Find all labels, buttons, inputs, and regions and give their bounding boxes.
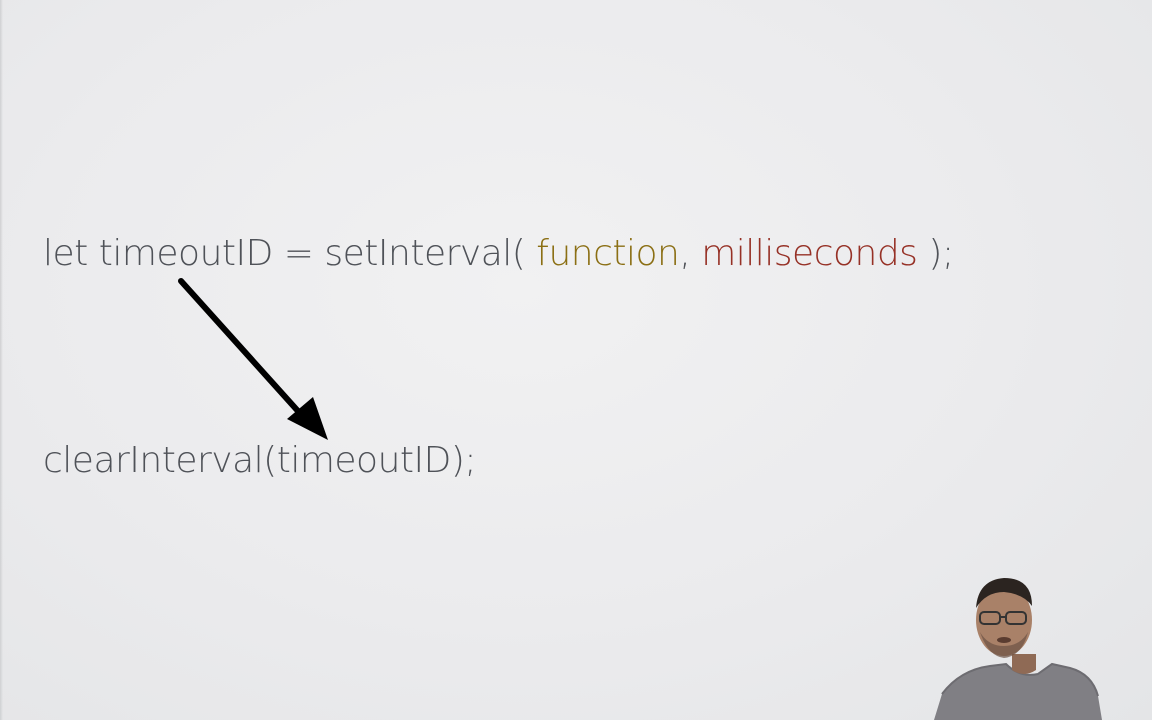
presenter-video bbox=[920, 570, 1152, 720]
code-line-clearinterval: clearInterval(timeoutID); bbox=[43, 440, 477, 481]
presenter-figure bbox=[934, 578, 1102, 720]
code-token-prefix: let timeoutID = setInterval( bbox=[43, 233, 537, 274]
code-token-suffix: ); bbox=[917, 233, 954, 274]
left-edge-shadow bbox=[0, 0, 3, 720]
code-token-milliseconds: milliseconds bbox=[701, 233, 918, 274]
code-token-function: function bbox=[536, 233, 680, 274]
code-token-comma: , bbox=[679, 233, 702, 274]
code-line-setinterval: let timeoutID = setInterval( function, m… bbox=[43, 236, 954, 272]
code-token-clearinterval: clearInterval(timeoutID); bbox=[43, 440, 477, 481]
